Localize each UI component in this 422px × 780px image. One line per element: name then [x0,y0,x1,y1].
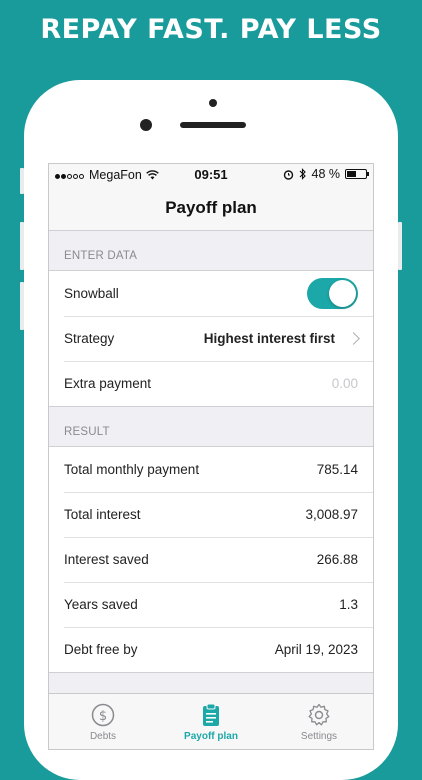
result-row-total-monthly-payment: Total monthly payment 785.14 [49,447,373,492]
bluetooth-icon [299,168,306,180]
result-group: Total monthly payment 785.14 Total inter… [49,446,373,673]
result-label: Total monthly payment [64,462,200,477]
result-value: 266.88 [316,552,358,567]
battery-percent: 48 % [311,167,341,181]
tab-label: Debts [89,731,117,742]
strategy-row[interactable]: Strategy Highest interest first [49,316,373,361]
phone-side-button [398,222,402,270]
section-header-enter-data: ENTER DATA [64,250,138,262]
result-row-total-interest: Total interest 3,008.97 [49,492,373,537]
phone-side-button [20,222,24,270]
svg-text:$: $ [99,709,107,724]
result-label: Total interest [64,507,141,522]
result-value: April 19, 2023 [274,642,358,657]
alarm-icon [283,169,293,180]
tab-label: Settings [300,731,338,742]
chevron-right-icon [347,332,360,345]
snowball-toggle[interactable] [307,278,358,309]
result-value: 785.14 [316,462,358,477]
extra-payment-input[interactable]: 0.00 [332,376,358,391]
battery-icon [345,169,369,179]
tab-debts[interactable]: $ Debts [49,694,157,749]
earpiece-speaker [180,122,246,128]
phone-side-button [20,282,24,330]
phone-side-button [20,168,24,194]
tab-settings[interactable]: Settings [265,694,373,749]
snowball-row: Snowball [49,271,373,316]
gear-icon [308,703,330,726]
result-value: 1.3 [339,597,358,612]
result-row-debt-free-by: Debt free by April 19, 2023 [49,627,373,672]
enter-data-group: Snowball Strategy Highest interest first… [49,270,373,407]
result-value: 3,008.97 [305,507,358,522]
front-camera [140,119,152,131]
clipboard-icon [203,703,219,726]
dollar-circle-icon: $ [91,703,115,727]
result-label: Years saved [64,597,138,612]
strategy-label: Strategy [64,331,115,346]
result-row-interest-saved: Interest saved 266.88 [49,537,373,582]
tab-label: Payoff plan [184,731,238,742]
section-header-result: RESULT [64,426,110,438]
tab-bar: $ Debts Payoff plan Settings [49,693,373,749]
page-title: Payoff plan [49,186,373,231]
extra-payment-label: Extra payment [64,376,152,391]
strategy-value: Highest interest first [203,331,335,346]
tab-payoff-plan[interactable]: Payoff plan [157,694,265,749]
snowball-label: Snowball [64,286,119,301]
result-label: Interest saved [64,552,149,567]
status-bar: MegaFon 09:51 48 % [49,164,373,186]
result-label: Debt free by [64,642,138,657]
promo-headline: REPAY FAST. PAY LESS [40,14,382,45]
phone-sensor [209,99,217,107]
extra-payment-row: Extra payment 0.00 [49,361,373,406]
result-row-years-saved: Years saved 1.3 [49,582,373,627]
app-screen: MegaFon 09:51 48 % Payoff plan ENTER DAT… [48,163,374,750]
